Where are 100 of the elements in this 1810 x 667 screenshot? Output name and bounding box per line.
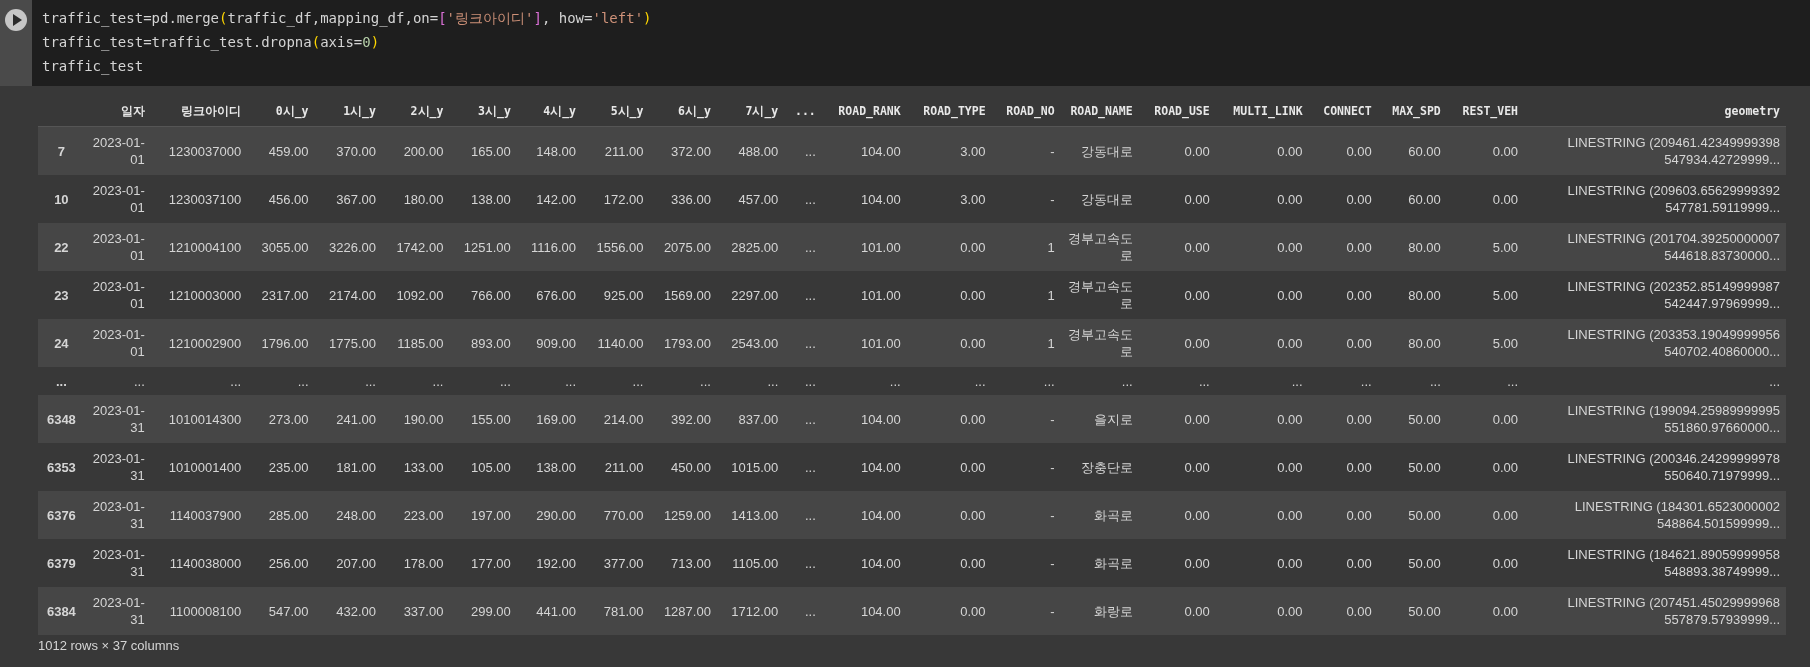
table-cell: 200.00 [381, 126, 450, 175]
table-cell: 214.00 [582, 395, 650, 443]
column-header: MULTI_LINK [1215, 96, 1309, 127]
table-cell: 0.00 [1138, 223, 1216, 271]
row-index: 6353 [38, 443, 85, 491]
table-cell: 181.00 [314, 443, 382, 491]
table-cell: 0.00 [1446, 539, 1524, 587]
row-index: 6348 [38, 395, 85, 443]
table-cell: 211.00 [582, 443, 650, 491]
table-cell: ... [784, 319, 822, 367]
table-cell: 0.00 [906, 271, 992, 319]
table-cell: 547.00 [247, 587, 315, 635]
row-index: 23 [38, 271, 85, 319]
table-cell: 0.00 [1138, 319, 1216, 367]
column-header: 4시_y [516, 96, 583, 127]
table-cell: 104.00 [821, 491, 907, 539]
table-cell: 0.00 [1138, 175, 1216, 223]
table-cell: 0.00 [1308, 443, 1378, 491]
table-cell: 178.00 [381, 539, 450, 587]
table-cell: 192.00 [516, 539, 583, 587]
column-header: ... [784, 96, 822, 127]
table-cell: ... [784, 271, 822, 319]
table-cell: ... [1524, 367, 1786, 395]
table-cell: 을지로 [1060, 395, 1139, 443]
table-cell: LINESTRING (202352.85149999987 542447.97969999... [1524, 271, 1786, 319]
table-cell: 676.00 [516, 271, 583, 319]
table-cell: ... [1446, 367, 1524, 395]
table-cell: 180.00 [381, 175, 450, 223]
table-cell: ... [991, 367, 1061, 395]
row-index: 22 [38, 223, 85, 271]
table-cell: 235.00 [247, 443, 315, 491]
table-cell: 0.00 [1215, 271, 1309, 319]
table-cell: 837.00 [716, 395, 785, 443]
table-cell: 367.00 [314, 175, 382, 223]
table-cell: 893.00 [449, 319, 517, 367]
table-cell: 370.00 [314, 126, 382, 175]
table-cell: 337.00 [381, 587, 450, 635]
column-header: geometry [1524, 96, 1786, 127]
table-cell: 459.00 [247, 126, 315, 175]
table-cell: LINESTRING (199094.25989999995 551860.97660000... [1524, 395, 1786, 443]
table-cell: 377.00 [582, 539, 650, 587]
table-cell: 1 [991, 319, 1061, 367]
table-cell: 2825.00 [716, 223, 785, 271]
table-cell: 2023-01-01 [84, 223, 151, 271]
table-cell: 강동대로 [1060, 175, 1139, 223]
table-cell: 80.00 [1377, 271, 1447, 319]
column-header: MAX_SPD [1377, 96, 1447, 127]
table-cell: 0.00 [1138, 539, 1216, 587]
table-cell: 1140038000 [150, 539, 248, 587]
table-cell: 0.00 [1215, 395, 1309, 443]
table-cell: 60.00 [1377, 126, 1447, 175]
table-cell: 0.00 [1215, 223, 1309, 271]
table-cell: 2023-01-31 [84, 491, 151, 539]
table-cell: 2075.00 [649, 223, 717, 271]
table-cell: 450.00 [649, 443, 717, 491]
table-cell: LINESTRING (209461.42349999398 547934.42729999... [1524, 126, 1786, 175]
table-cell: LINESTRING (203353.19049999956 540702.40860000... [1524, 319, 1786, 367]
table-cell: 148.00 [516, 126, 583, 175]
table-cell: 1210003000 [150, 271, 248, 319]
table-cell: 0.00 [1138, 443, 1216, 491]
table-cell: 0.00 [1446, 126, 1524, 175]
table-cell: ... [381, 367, 450, 395]
column-header: 7시_y [716, 96, 785, 127]
column-header: ROAD_USE [1138, 96, 1216, 127]
table-cell: 0.00 [1138, 587, 1216, 635]
row-index: 6376 [38, 491, 85, 539]
table-cell: 392.00 [649, 395, 717, 443]
table-cell: 142.00 [516, 175, 583, 223]
table-cell: 104.00 [821, 587, 907, 635]
table-cell: 0.00 [1446, 443, 1524, 491]
table-cell: ... [784, 491, 822, 539]
table-cell: 1230037000 [150, 126, 248, 175]
table-cell: 0.00 [1308, 126, 1378, 175]
table-cell: ... [784, 539, 822, 587]
table-cell: 1793.00 [649, 319, 717, 367]
table-cell: 165.00 [449, 126, 517, 175]
table-cell: 강동대로 [1060, 126, 1139, 175]
table-cell: ... [906, 367, 992, 395]
table-cell: 0.00 [1215, 587, 1309, 635]
table-cell: 50.00 [1377, 587, 1447, 635]
table-cell: ... [784, 223, 822, 271]
code-editor[interactable]: traffic_test=pd.merge(traffic_df,mapping_df,on=['링크아이디'], how='left') traffic_test=traffic_test.dropna(axis=0) traffic_test [32, 0, 1810, 86]
code-line: traffic_test=traffic_test.dropna(axis=0) [42, 33, 380, 53]
table-cell: 0.00 [1308, 319, 1378, 367]
column-header: 1시_y [314, 96, 382, 127]
table-cell: 경부고속도로 [1060, 223, 1139, 271]
table-cell: - [991, 395, 1061, 443]
table-cell: 2023-01-31 [84, 443, 151, 491]
table-dimensions: 1012 rows × 37 columns [38, 637, 180, 653]
table-cell: 177.00 [449, 539, 517, 587]
table-cell: 1775.00 [314, 319, 382, 367]
table-cell: 1259.00 [649, 491, 717, 539]
table-cell: ... [582, 367, 650, 395]
table-cell: 화곡로 [1060, 539, 1139, 587]
table-cell: 2023-01-01 [84, 271, 151, 319]
table-cell: 0.00 [1215, 175, 1309, 223]
run-button[interactable] [5, 9, 27, 31]
table-cell: ... [449, 367, 517, 395]
table-cell: 101.00 [821, 271, 907, 319]
table-cell: 241.00 [314, 395, 382, 443]
